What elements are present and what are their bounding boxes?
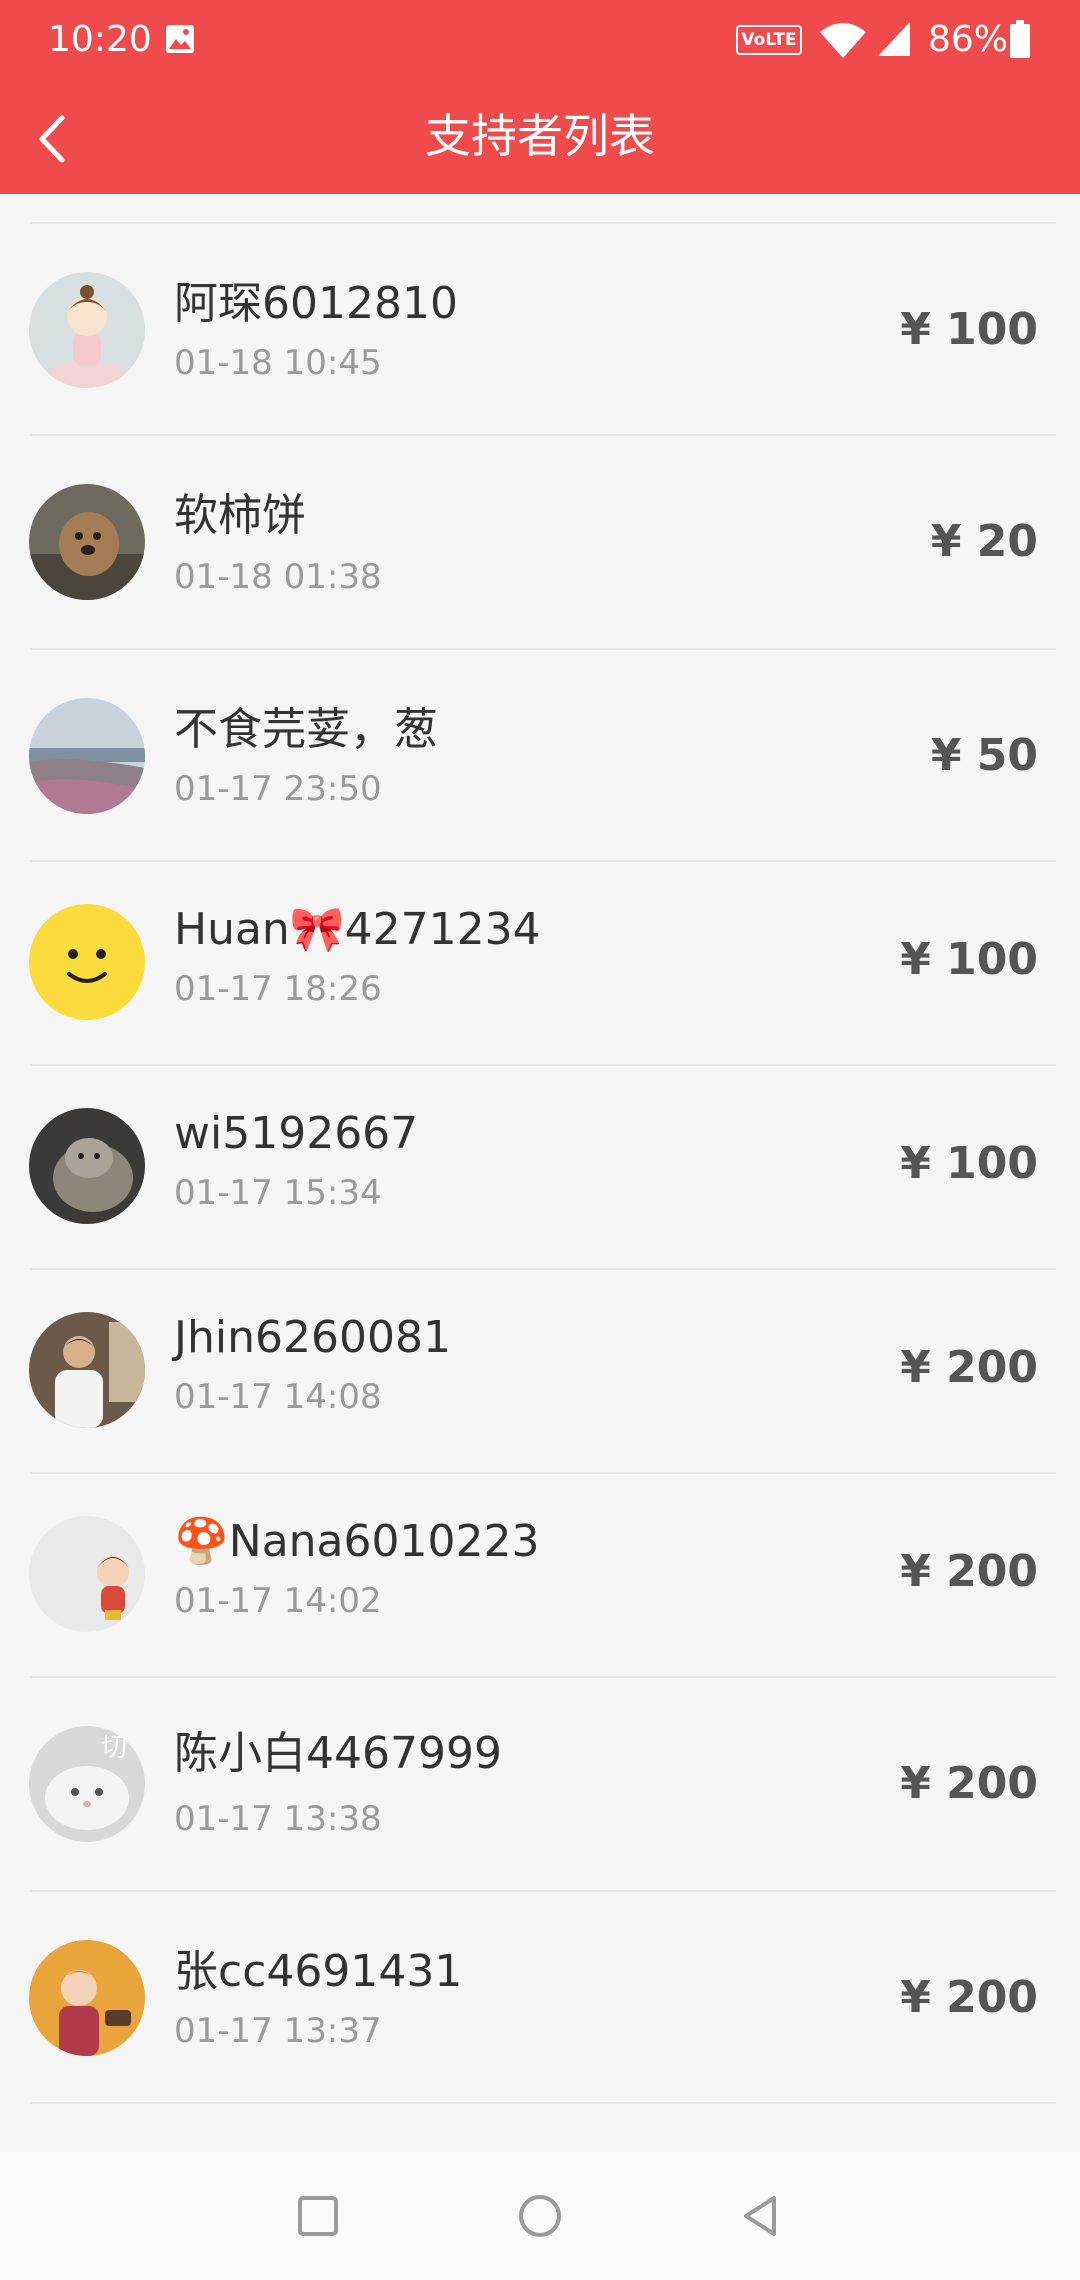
supporter-name: 阿琛6012810 [174,278,458,329]
supporter-name: Jhin6260081 [174,1312,451,1363]
home-circle-icon[interactable] [510,2186,570,2246]
supporter-name: 不食芫荽，葱 [174,704,438,755]
support-time: 01-17 13:37 [174,2011,382,2051]
support-amount: ¥ 200 [900,1342,1038,1393]
supporter-row[interactable]: 软柿饼 01-18 01:38 ¥ 20 [0,436,1080,650]
supporter-name: 软柿饼 [174,490,306,541]
supporter-row[interactable]: 阿琛6012810 01-18 10:45 ¥ 100 [0,224,1080,436]
support-amount: ¥ 100 [900,934,1038,985]
battery-icon [1010,20,1030,58]
wifi-icon [820,23,866,58]
avatar-image [29,1940,145,2056]
back-triangle-icon[interactable] [732,2186,792,2246]
avatar [29,904,145,1020]
smiley-avatar-icon [29,904,145,1020]
support-time: 01-17 14:02 [174,1581,382,1621]
app-header: 10:20 VoLTE 86% 支持者列表 [0,0,1080,194]
avatar [29,484,145,600]
support-time: 01-18 10:45 [174,343,382,383]
battery-percentage: 86% [928,19,1009,60]
supporter-name: wi5192667 [174,1108,419,1159]
avatar [29,272,145,388]
avatar-image [29,484,145,600]
support-time: 01-18 01:38 [174,557,382,597]
supporter-row[interactable]: 不食芫荽，葱 01-17 23:50 ¥ 50 [0,650,1080,862]
support-amount: ¥ 20 [930,516,1038,567]
support-amount: ¥ 50 [930,730,1038,781]
page-title: 支持者列表 [425,109,655,163]
supporter-name: 张cc4691431 [174,1946,463,1997]
supporter-row[interactable]: Jhin6260081 01-17 14:08 ¥ 200 [0,1270,1080,1474]
supporter-name: Huan🎀4271234 [174,904,541,955]
support-time: 01-17 14:08 [174,1377,382,1417]
system-nav-bar [0,2152,1080,2280]
supporter-row[interactable]: 张cc4691431 01-17 13:37 ¥ 200 [0,1892,1080,2104]
avatar-image [29,1516,145,1632]
signal-icon [878,22,910,56]
avatar: 切 [29,1726,145,1842]
support-amount: ¥ 200 [900,1972,1038,2023]
support-time: 01-17 23:50 [174,769,382,809]
support-time: 01-17 18:26 [174,969,382,1009]
avatar [29,1108,145,1224]
avatar [29,698,145,814]
supporter-row[interactable]: 切 陈小白4467999 01-17 13:38 ¥ 200 [0,1678,1080,1892]
supporter-row[interactable]: wi5192667 01-17 15:34 ¥ 100 [0,1066,1080,1270]
recents-square-icon[interactable] [288,2186,348,2246]
supporter-name: 陈小白4467999 [174,1728,502,1779]
avatar [29,1940,145,2056]
avatar [29,1516,145,1632]
status-time: 10:20 [48,19,152,60]
avatar-image [29,272,145,388]
supporter-name: 🍄Nana6010223 [174,1516,540,1567]
support-time: 01-17 15:34 [174,1173,382,1213]
support-amount: ¥ 200 [900,1758,1038,1809]
support-time: 01-17 13:38 [174,1799,382,1839]
avatar-image [29,1108,145,1224]
supporter-row[interactable]: 🍄Nana6010223 01-17 14:02 ¥ 200 [0,1474,1080,1678]
avatar-image: 切 [29,1726,145,1842]
support-amount: ¥ 200 [900,1546,1038,1597]
support-amount: ¥ 100 [900,304,1038,355]
avatar-badge: 切 [101,1733,127,1763]
avatar-image [29,1312,145,1428]
gallery-icon [166,25,194,53]
divider [30,2102,1056,2104]
volte-icon: VoLTE [736,25,802,55]
avatar [29,1312,145,1428]
supporter-row[interactable]: Huan🎀4271234 01-17 18:26 ¥ 100 [0,862,1080,1066]
avatar-image [29,698,145,814]
support-amount: ¥ 100 [900,1138,1038,1189]
